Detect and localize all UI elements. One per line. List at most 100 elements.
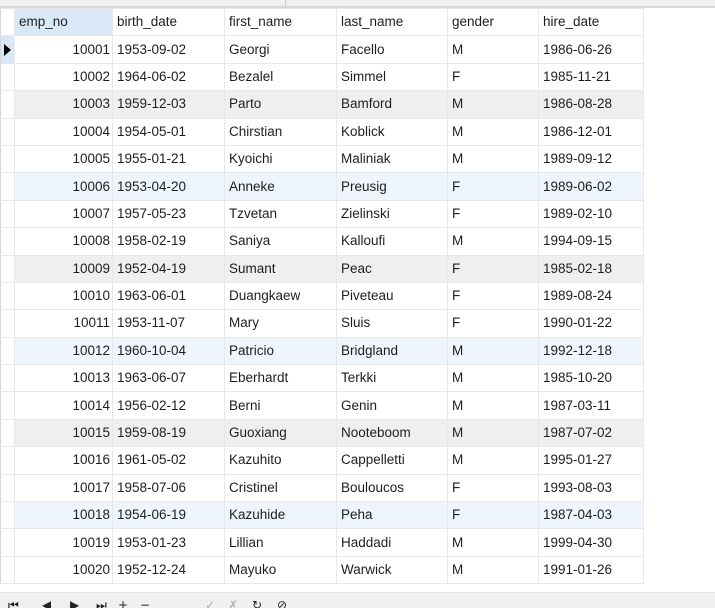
cell-first-name[interactable]: Kazuhide xyxy=(224,501,337,530)
cell-last-name[interactable]: Warwick xyxy=(336,555,448,585)
table-row[interactable]: 10018 1954-06-19 Kazuhide Peha F 1987-04-03 xyxy=(0,501,644,530)
table-row[interactable]: 10002 1964-06-02 Bezalel Simmel F 1985-11-21 xyxy=(0,62,644,92)
cell-last-name[interactable]: Bouloucos xyxy=(336,473,448,503)
table-row[interactable]: 10001 1953-09-02 Georgi Facello M 1986-06-26 xyxy=(0,35,644,64)
cell-emp-no[interactable]: 10006 xyxy=(14,172,113,201)
cell-hire-date[interactable]: 1989-08-24 xyxy=(538,281,644,311)
column-header-last-name[interactable]: last_name xyxy=(336,7,448,37)
row-selector[interactable] xyxy=(0,199,15,229)
cell-birth-date[interactable]: 1952-04-19 xyxy=(112,254,225,283)
cell-last-name[interactable]: Peac xyxy=(336,254,448,283)
cell-gender[interactable]: M xyxy=(447,35,539,64)
cell-last-name[interactable]: Maliniak xyxy=(336,144,448,174)
row-selector[interactable] xyxy=(0,90,15,119)
cell-last-name[interactable]: Facello xyxy=(336,35,448,64)
cell-last-name[interactable]: Genin xyxy=(336,391,448,420)
cell-last-name[interactable]: Kalloufi xyxy=(336,227,448,256)
cell-gender[interactable]: M xyxy=(447,528,539,557)
cell-emp-no[interactable]: 10010 xyxy=(14,281,113,311)
cell-birth-date[interactable]: 1958-07-06 xyxy=(112,473,225,503)
cell-last-name[interactable]: Bridgland xyxy=(336,336,448,366)
table-row[interactable]: 10012 1960-10-04 Patricio Bridgland M 1992-12… xyxy=(0,336,644,366)
cell-gender[interactable]: F xyxy=(447,172,539,201)
cell-birth-date[interactable]: 1958-02-19 xyxy=(112,227,225,256)
row-selector[interactable] xyxy=(0,528,15,557)
column-header-first-name[interactable]: first_name xyxy=(224,7,337,37)
row-selector[interactable] xyxy=(0,117,15,146)
table-row[interactable]: 10005 1955-01-21 Kyoichi Maliniak M 1989-09-1… xyxy=(0,144,644,174)
table-row[interactable]: 10016 1961-05-02 Kazuhito Cappelletti M 1995-… xyxy=(0,446,644,475)
table-row[interactable]: 10010 1963-06-01 Duangkaew Piveteau F 1989-08… xyxy=(0,281,644,311)
cell-first-name[interactable]: Georgi xyxy=(224,35,337,64)
cell-hire-date[interactable]: 1991-01-26 xyxy=(538,555,644,585)
cell-birth-date[interactable]: 1959-12-03 xyxy=(112,90,225,119)
row-selector[interactable] xyxy=(0,172,15,201)
cell-hire-date[interactable]: 1999-04-30 xyxy=(538,528,644,557)
cell-hire-date[interactable]: 1987-04-03 xyxy=(538,501,644,530)
cell-hire-date[interactable]: 1990-01-22 xyxy=(538,309,644,338)
cell-first-name[interactable]: Duangkaew xyxy=(224,281,337,311)
cell-last-name[interactable]: Haddadi xyxy=(336,528,448,557)
row-selector[interactable] xyxy=(0,555,15,585)
cell-birth-date[interactable]: 1961-05-02 xyxy=(112,446,225,475)
table-row[interactable]: 10006 1953-04-20 Anneke Preusig F 1989-06-02 xyxy=(0,172,644,201)
cell-hire-date[interactable]: 1989-06-02 xyxy=(538,172,644,201)
cell-first-name[interactable]: Lillian xyxy=(224,528,337,557)
cell-last-name[interactable]: Cappelletti xyxy=(336,446,448,475)
cell-emp-no[interactable]: 10017 xyxy=(14,473,113,503)
cell-birth-date[interactable]: 1953-09-02 xyxy=(112,35,225,64)
cell-last-name[interactable]: Nooteboom xyxy=(336,418,448,448)
table-row[interactable]: 10019 1953-01-23 Lillian Haddadi M 1999-04-30 xyxy=(0,528,644,557)
cell-last-name[interactable]: Preusig xyxy=(336,172,448,201)
cell-last-name[interactable]: Zielinski xyxy=(336,199,448,229)
cell-first-name[interactable]: Sumant xyxy=(224,254,337,283)
cell-hire-date[interactable]: 1992-12-18 xyxy=(538,336,644,366)
cell-first-name[interactable]: Anneke xyxy=(224,172,337,201)
cell-gender[interactable]: F xyxy=(447,501,539,530)
row-selector[interactable] xyxy=(0,62,15,92)
row-selector[interactable] xyxy=(0,35,15,64)
table-row[interactable]: 10014 1956-02-12 Berni Genin M 1987-03-11 xyxy=(0,391,644,420)
cell-gender[interactable]: M xyxy=(447,117,539,146)
table-row[interactable]: 10007 1957-05-23 Tzvetan Zielinski F 1989-02-… xyxy=(0,199,644,229)
cell-last-name[interactable]: Sluis xyxy=(336,309,448,338)
cell-gender[interactable]: M xyxy=(447,336,539,366)
cell-emp-no[interactable]: 10001 xyxy=(14,35,113,64)
table-row[interactable]: 10011 1953-11-07 Mary Sluis F 1990-01-22 xyxy=(0,309,644,338)
cell-hire-date[interactable]: 1985-02-18 xyxy=(538,254,644,283)
cell-last-name[interactable]: Piveteau xyxy=(336,281,448,311)
cell-hire-date[interactable]: 1994-09-15 xyxy=(538,227,644,256)
row-selector[interactable] xyxy=(0,144,15,174)
column-header-hire-date[interactable]: hire_date xyxy=(538,7,644,37)
cell-birth-date[interactable]: 1960-10-04 xyxy=(112,336,225,366)
cell-emp-no[interactable]: 10020 xyxy=(14,555,113,585)
cell-hire-date[interactable]: 1986-12-01 xyxy=(538,117,644,146)
cell-gender[interactable]: M xyxy=(447,90,539,119)
cell-gender[interactable]: F xyxy=(447,254,539,283)
cell-hire-date[interactable]: 1989-02-10 xyxy=(538,199,644,229)
row-selector[interactable] xyxy=(0,281,15,311)
cell-last-name[interactable]: Peha xyxy=(336,501,448,530)
cell-first-name[interactable]: Berni xyxy=(224,391,337,420)
cell-gender[interactable]: M xyxy=(447,227,539,256)
cell-hire-date[interactable]: 1985-10-20 xyxy=(538,364,644,393)
cell-emp-no[interactable]: 10014 xyxy=(14,391,113,420)
table-row[interactable]: 10004 1954-05-01 Chirstian Koblick M 1986-12-… xyxy=(0,117,644,146)
cell-gender[interactable]: M xyxy=(447,391,539,420)
cell-hire-date[interactable]: 1987-03-11 xyxy=(538,391,644,420)
cell-gender[interactable]: M xyxy=(447,364,539,393)
cell-gender[interactable]: F xyxy=(447,62,539,92)
cell-birth-date[interactable]: 1952-12-24 xyxy=(112,555,225,585)
cell-hire-date[interactable]: 1993-08-03 xyxy=(538,473,644,503)
cell-hire-date[interactable]: 1995-01-27 xyxy=(538,446,644,475)
row-selector[interactable] xyxy=(0,254,15,283)
cell-first-name[interactable]: Cristinel xyxy=(224,473,337,503)
cell-birth-date[interactable]: 1957-05-23 xyxy=(112,199,225,229)
cell-first-name[interactable]: Kazuhito xyxy=(224,446,337,475)
cell-first-name[interactable]: Eberhardt xyxy=(224,364,337,393)
cell-emp-no[interactable]: 10016 xyxy=(14,446,113,475)
row-selector[interactable] xyxy=(0,473,15,503)
cell-hire-date[interactable]: 1986-06-26 xyxy=(538,35,644,64)
row-selector[interactable] xyxy=(0,336,15,366)
cell-birth-date[interactable]: 1963-06-01 xyxy=(112,281,225,311)
